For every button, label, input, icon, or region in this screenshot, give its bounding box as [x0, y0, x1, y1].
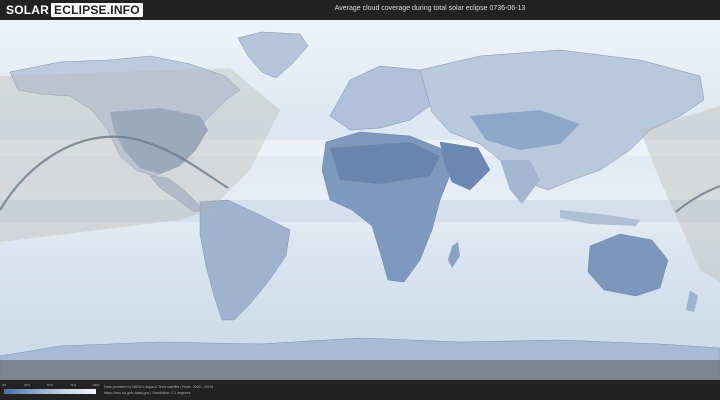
- legend-tick: 0%: [1, 383, 7, 387]
- header-bar: SOLAR ECLIPSE.INFO Average cloud coverag…: [0, 0, 720, 20]
- cloud-coverage-map: [0, 20, 720, 380]
- antarctica-shadow: [0, 360, 720, 380]
- site-logo[interactable]: SOLAR ECLIPSE.INFO: [6, 3, 143, 17]
- logo-text-solar: SOLAR: [6, 3, 49, 17]
- legend-tick: 75%: [69, 383, 77, 387]
- logo-text-eclipse-info: ECLIPSE.INFO: [51, 3, 143, 17]
- credits-line-source: Data provided by NASA's Aqua & Terra sat…: [104, 385, 213, 389]
- page-title: Average cloud coverage during total sola…: [334, 5, 526, 12]
- legend-tick: 50%: [46, 383, 54, 387]
- data-credits: Data provided by NASA's Aqua & Terra sat…: [104, 385, 213, 396]
- credits-line-url[interactable]: https://neo.sci.gsfc.nasa.gov | Resoluti…: [104, 391, 213, 397]
- legend-tick: 100%: [92, 383, 100, 387]
- legend-tick: 25%: [23, 383, 31, 387]
- legend-color-bar: [4, 389, 96, 394]
